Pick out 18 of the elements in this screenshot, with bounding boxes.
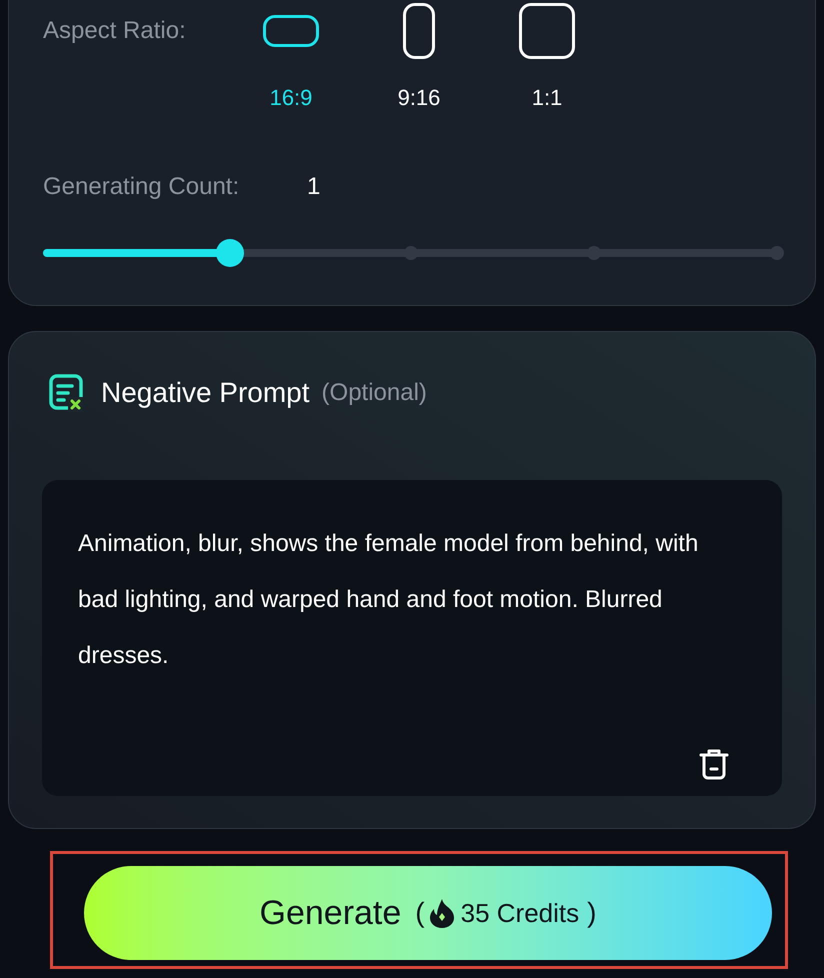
optional-hint: (Optional) — [322, 378, 427, 408]
count-value: 1 — [307, 172, 320, 202]
frame-icon — [403, 3, 435, 59]
prompt-text-area[interactable]: Animation, blur, shows the female model from behind, with bad lighting, and warped hand and foot motion. Blurred dresses. — [42, 480, 782, 796]
section-title: Negative Prompt — [101, 376, 310, 410]
note-icon — [49, 374, 83, 412]
frame-icon — [519, 3, 575, 59]
flame-icon — [428, 898, 455, 928]
generate-button[interactable]: Generate ( 35 Credits ) — [84, 866, 772, 960]
field-label: Generating Count: — [43, 172, 240, 202]
trash-icon[interactable] — [699, 748, 729, 780]
aspect-ratio-option[interactable]: 9:16 — [374, 3, 464, 114]
slider-track[interactable] — [43, 239, 783, 267]
aspect-ratio-option[interactable]: 16:9 — [246, 3, 336, 114]
slider-thumb[interactable] — [216, 239, 244, 267]
aspect-ratio-option[interactable]: 1:1 — [502, 3, 592, 114]
field-label: Aspect Ratio: — [43, 16, 186, 46]
frame-icon — [263, 15, 319, 47]
